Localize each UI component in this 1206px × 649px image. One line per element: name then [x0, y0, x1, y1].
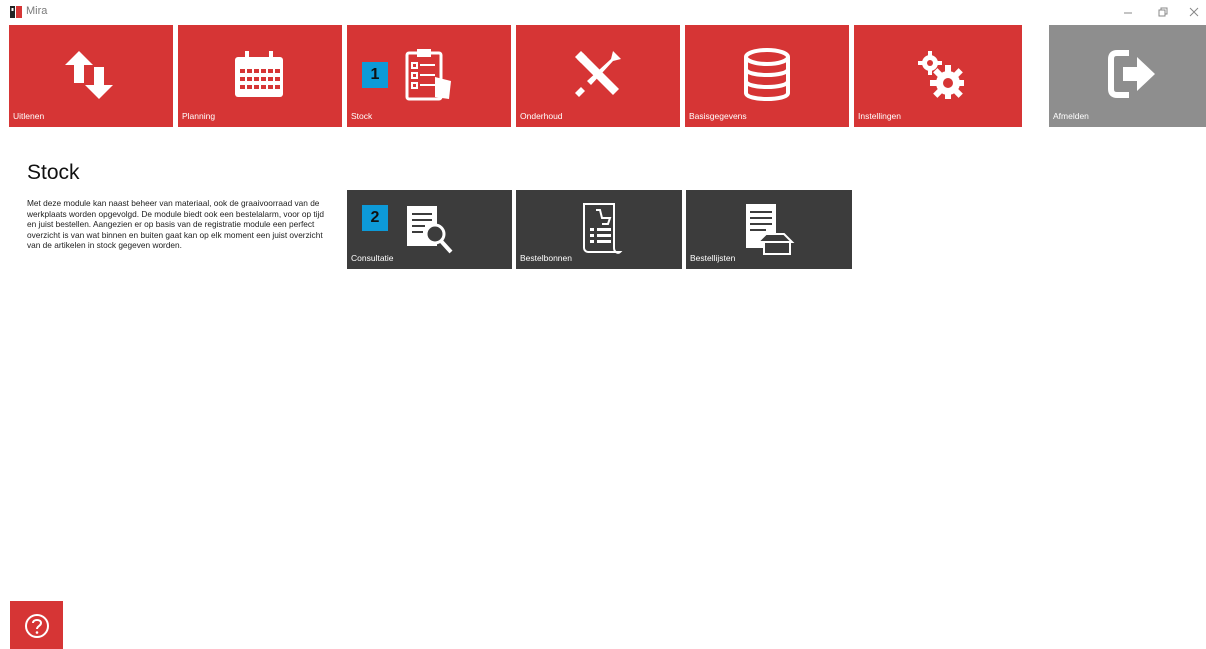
nav-tile-instellingen[interactable]: Instellingen [854, 25, 1022, 127]
subtile-label: Bestellijsten [690, 253, 736, 263]
help-icon [25, 614, 49, 638]
step-badge: 1 [362, 62, 388, 88]
window-title: Mira [26, 5, 48, 17]
nav-tile-label: Uitlenen [13, 111, 45, 121]
subtile-label: Bestelbonnen [520, 253, 572, 263]
title-bar: Mira [0, 0, 1206, 24]
nav-tile-label: Afmelden [1053, 111, 1089, 121]
tools-icon [575, 51, 621, 97]
module-description: Met deze module kan naast beheer van mat… [27, 198, 325, 250]
subtile-consultatie[interactable]: 2 Consultatie [347, 190, 512, 269]
order-list-basket-icon [746, 204, 795, 255]
transfer-arrows-icon [65, 51, 113, 99]
nav-tile-afmelden[interactable]: Afmelden [1049, 25, 1206, 127]
help-button[interactable] [10, 601, 63, 649]
logout-icon [1108, 50, 1155, 98]
nav-tile-basisgegevens[interactable]: Basisgegevens [685, 25, 849, 127]
subtile-bestelbonnen[interactable]: Bestelbonnen [516, 190, 682, 269]
app-logo-icon [10, 6, 22, 18]
step-badge: 2 [362, 205, 388, 231]
subtile-bestellijsten[interactable]: Bestellijsten [686, 190, 852, 269]
nav-tile-stock[interactable]: 1 Stock [347, 25, 511, 127]
nav-tile-label: Stock [351, 111, 373, 121]
page-title: Stock [27, 161, 80, 184]
document-search-icon [407, 206, 453, 254]
nav-tile-onderhoud[interactable]: Onderhoud [516, 25, 680, 127]
nav-tile-label: Instellingen [858, 111, 902, 121]
nav-tile-label: Onderhoud [520, 111, 563, 121]
gears-icon [918, 51, 964, 99]
subtile-label: Consultatie [351, 253, 394, 263]
order-receipt-icon [583, 203, 623, 254]
database-icon [744, 48, 790, 101]
close-icon[interactable] [1186, 4, 1202, 20]
clipboard-checklist-icon [405, 49, 451, 101]
nav-tile-label: Basisgegevens [689, 111, 747, 121]
minimize-icon[interactable] [1120, 4, 1136, 20]
nav-tile-planning[interactable]: Planning [178, 25, 342, 127]
restore-icon[interactable] [1154, 4, 1170, 20]
calendar-icon [235, 51, 283, 97]
nav-tile-label: Planning [182, 111, 216, 121]
nav-tile-uitlenen[interactable]: Uitlenen [9, 25, 173, 127]
